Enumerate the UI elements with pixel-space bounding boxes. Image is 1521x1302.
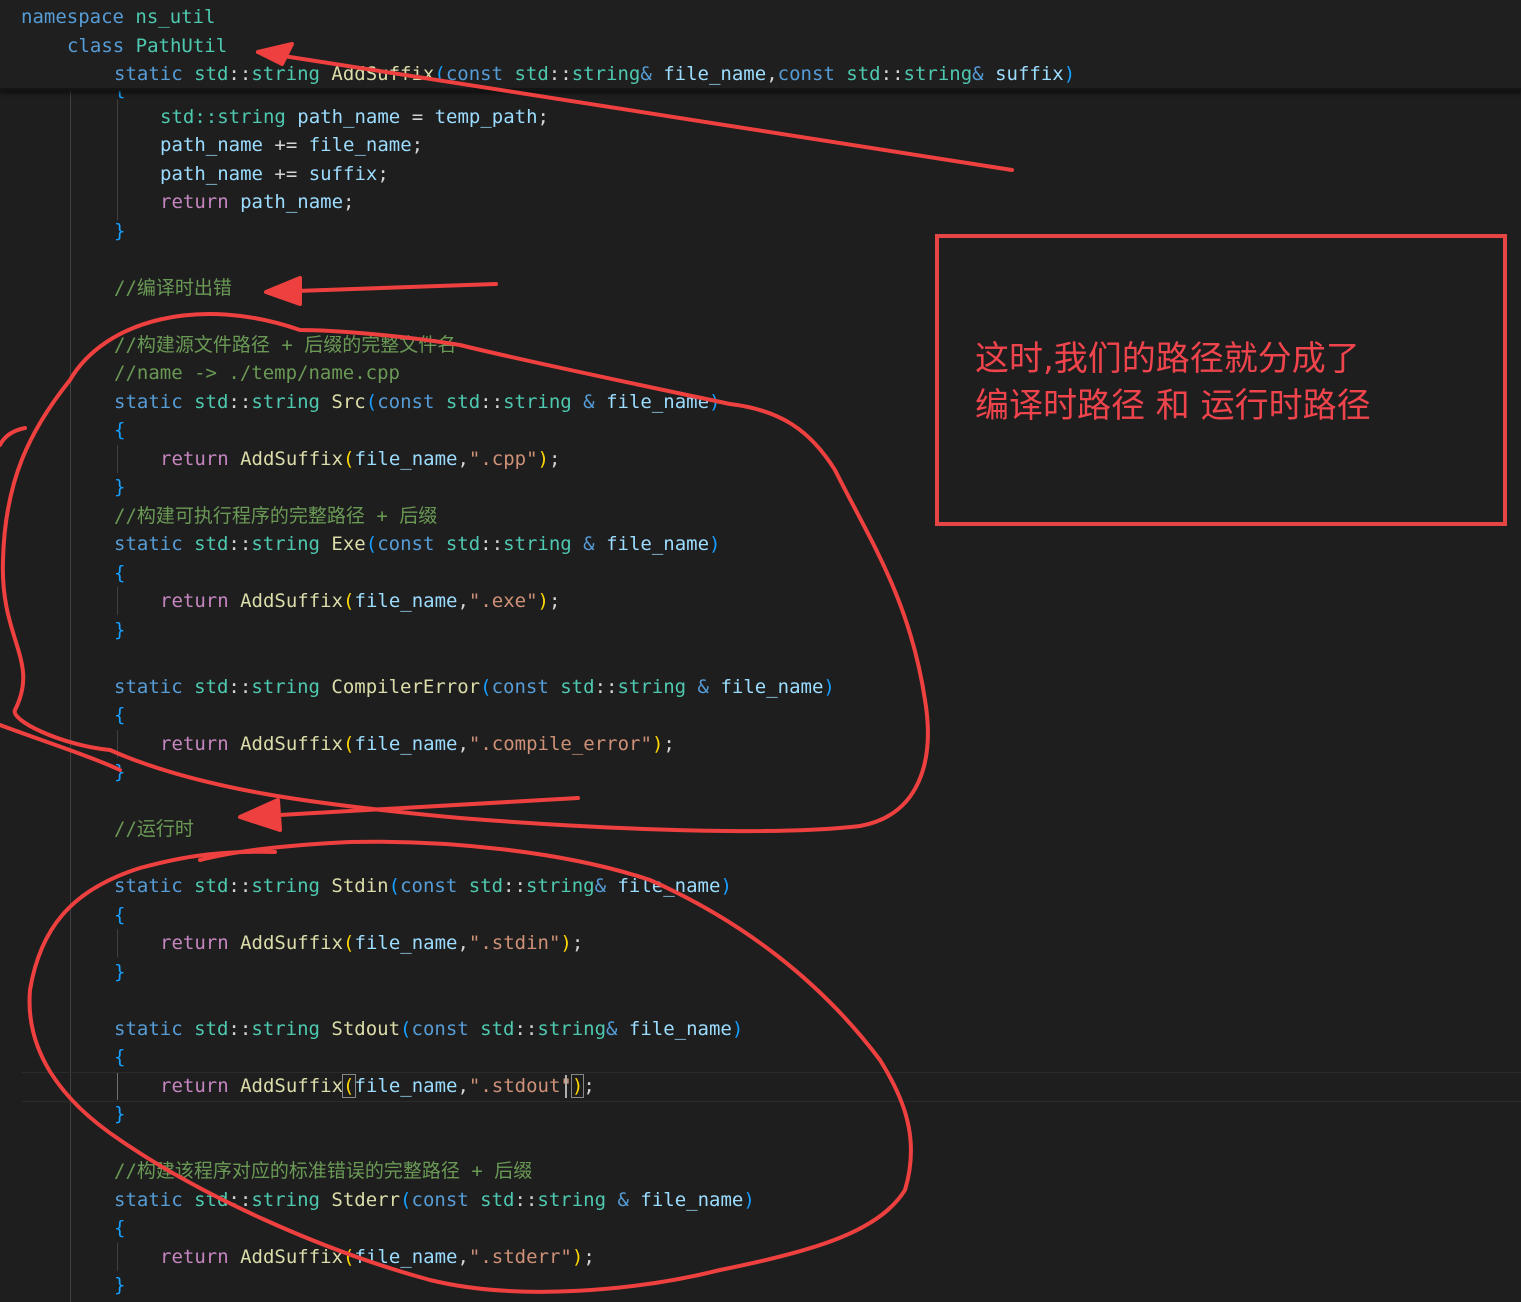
- indent-guide: [117, 100, 118, 220]
- code-line: path_name += file_name;: [160, 134, 424, 156]
- code-line-compilererror-signature: static std::string CompilerError(const s…: [114, 676, 835, 698]
- code-line-brace: }: [114, 619, 126, 641]
- indent-guide: [117, 587, 118, 615]
- indent-guide: [117, 730, 118, 758]
- code-line: path_name += suffix;: [160, 163, 389, 185]
- code-line-brace: }: [114, 1274, 126, 1296]
- code-line-addsuffix-signature: static std::string AddSuffix(const std::…: [114, 63, 1076, 85]
- code-line-stdin-signature: static std::string Stdin(const std::stri…: [114, 875, 732, 897]
- code-line-brace: {: [114, 904, 126, 926]
- code-line-brace: {: [114, 1046, 126, 1068]
- indent-guide: [117, 1243, 118, 1271]
- code-editor[interactable]: namespace ns_util class PathUtil static …: [0, 0, 1521, 1302]
- indent-guide: [117, 929, 118, 957]
- comment-exe: //构建可执行程序的完整路径 + 后缀: [114, 505, 438, 527]
- code-line-src-signature: static std::string Src(const std::string…: [114, 391, 721, 413]
- code-line-return-current[interactable]: return AddSuffix(file_name,".stdout");: [160, 1072, 595, 1101]
- comment-run-time: //运行时: [114, 818, 194, 840]
- code-line-exe-signature: static std::string Exe(const std::string…: [114, 533, 721, 555]
- code-line-return: return AddSuffix(file_name,".stdin");: [160, 932, 584, 954]
- code-line-brace: {: [114, 1217, 126, 1239]
- code-line-stderr-signature: static std::string Stderr(const std::str…: [114, 1189, 755, 1211]
- code-line-brace: }: [114, 961, 126, 983]
- code-line-brace: {: [114, 562, 126, 584]
- code-line-return: return AddSuffix(file_name,".cpp");: [160, 448, 561, 470]
- annotation-line-1: 这时,我们的路径就分成了: [975, 339, 1360, 379]
- code-line: return path_name;: [160, 191, 355, 213]
- comment-stderr: //构建该程序对应的标准错误的完整路径 + 后缀: [114, 1160, 533, 1182]
- code-line-return: return AddSuffix(file_name,".compile_err…: [160, 733, 675, 755]
- annotation-text: 这时,我们的路径就分成了 编译时路径 和 运行时路径: [975, 336, 1371, 430]
- code-line-return: return AddSuffix(file_name,".stderr");: [160, 1246, 595, 1268]
- code-line-brace: }: [114, 476, 126, 498]
- comment-compile-time: //编译时出错: [114, 277, 232, 299]
- code-line-namespace: namespace ns_util: [21, 6, 216, 28]
- sticky-scroll-header[interactable]: namespace ns_util class PathUtil static …: [0, 0, 1521, 91]
- indent-guide: [70, 88, 71, 1302]
- text-cursor: [565, 1075, 567, 1098]
- indent-guide: [117, 445, 118, 473]
- code-line-brace: {: [114, 419, 126, 441]
- code-line-return: return AddSuffix(file_name,".exe");: [160, 590, 561, 612]
- code-line-brace: {: [114, 704, 126, 726]
- comment-src-example: //name -> ./temp/name.cpp: [114, 362, 400, 384]
- code-line-brace: }: [114, 1103, 126, 1125]
- code-line-brace: }: [114, 220, 126, 242]
- comment-src: //构建源文件路径 + 后缀的完整文件名: [114, 334, 457, 356]
- annotation-line-2: 编译时路径 和 运行时路径: [975, 386, 1371, 426]
- code-line-brace: }: [114, 761, 126, 783]
- code-line-class: class PathUtil: [67, 35, 228, 57]
- code-line-stdout-signature: static std::string Stdout(const std::str…: [114, 1018, 744, 1040]
- code-line: std::string path_name = temp_path;: [160, 106, 549, 128]
